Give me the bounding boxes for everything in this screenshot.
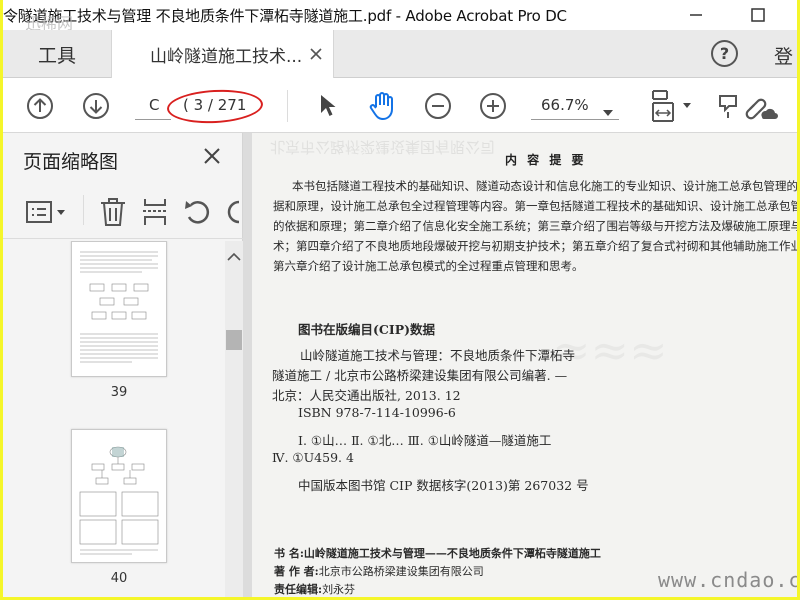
panel-toolbar bbox=[3, 185, 243, 239]
trash-icon bbox=[101, 198, 125, 226]
document-view[interactable]: 北京市公路桥梁建设集团有限公司 ≈≈≈ 内 容 提 要 本书包括隧道工程技术的基… bbox=[243, 133, 797, 597]
options-menu-button[interactable] bbox=[25, 195, 69, 229]
extract-page-button[interactable] bbox=[141, 195, 169, 229]
book-title-row: 书 名:山岭隧道施工技术与管理——不良地质条件下潭柘寺隧道施工 bbox=[274, 545, 601, 561]
login-button[interactable]: 登 bbox=[774, 42, 793, 69]
cip-line: 山岭隧道施工技术与管理：不良地质条件下潭柘寺 bbox=[300, 348, 576, 363]
arrow-down-circle-icon bbox=[83, 92, 109, 119]
zoom-out-button[interactable] bbox=[421, 78, 455, 133]
maximize-icon bbox=[751, 8, 765, 22]
window-title: 令隧道施工技术与管理 不良地质条件下潭柘寺隧道施工.pdf - Adobe Ac… bbox=[3, 6, 567, 25]
link-cloud-icon bbox=[745, 98, 778, 119]
summary-line: 第六章介绍了设计施工总承包模式的全过程重点管理和思考。 bbox=[273, 259, 584, 273]
close-panel-icon[interactable] bbox=[203, 147, 221, 169]
thumbnail-list: 39 40 bbox=[3, 241, 225, 597]
panel-divider bbox=[83, 195, 84, 225]
minimize-icon bbox=[690, 14, 702, 16]
thumbnail-label: 39 bbox=[110, 385, 128, 400]
minimize-button[interactable] bbox=[676, 0, 716, 30]
summary-line: 本书包括隧道工程技术的基础知识、隧道动态设计和信息化施工的专业知识、设计施工总承… bbox=[292, 179, 797, 193]
summary-line: 术；第四章介绍了不良地质地段爆破开挖与初期支护技术；第五章介绍了复合式衬砌和其他… bbox=[273, 239, 797, 253]
tab-document[interactable]: 山岭隧道施工技术... bbox=[111, 30, 334, 78]
summary-line: 的依据和原理；第二章介绍了信息化安全施工系统；第三章介绍了围岩等级与开挖方法及爆… bbox=[273, 219, 797, 233]
author-label: 著 作 者: bbox=[274, 565, 319, 578]
scrollbar-thumb[interactable] bbox=[226, 330, 242, 350]
zoom-level-value: 66.7% bbox=[541, 95, 589, 114]
cip-line: 隧道施工 / 北京市公路桥梁建设集团有限公司编著. — bbox=[272, 368, 568, 383]
comment-icon bbox=[719, 94, 737, 118]
zoom-out-icon bbox=[425, 92, 451, 119]
cip-line: ISBN 978-7-114-10996-6 bbox=[298, 405, 456, 420]
thumbnail-label: 40 bbox=[110, 571, 128, 586]
tab-document-label: 山岭隧道施工技术... bbox=[150, 46, 303, 67]
more-tools-icon[interactable] bbox=[225, 195, 243, 229]
cursor-arrow-icon bbox=[321, 94, 336, 116]
cip-line: 北京：人民交通出版社, 2013. 12 bbox=[272, 388, 461, 403]
editor-row: 责任编辑:刘永芬 bbox=[274, 581, 355, 597]
cip-line: Ⅳ. ①U459. 4 bbox=[272, 450, 354, 465]
scroll-up-icon[interactable] bbox=[227, 247, 241, 266]
hand-icon bbox=[369, 91, 393, 120]
cip-line: 中国版本图书馆 CIP 数据核字(2013)第 267032 号 bbox=[298, 478, 589, 493]
editor-label: 责任编辑: bbox=[274, 583, 323, 596]
panel-title: 页面缩略图 bbox=[23, 151, 119, 173]
book-title-value: 山岭隧道施工技术与管理——不良地质条件下潭柘寺隧道施工 bbox=[303, 547, 601, 560]
hand-tool-button[interactable] bbox=[363, 78, 403, 133]
title-bar: 令隧道施工技术与管理 不良地质条件下潭柘寺隧道施工.pdf - Adobe Ac… bbox=[3, 0, 797, 30]
thumbnail-content bbox=[79, 446, 159, 555]
fit-page-icon bbox=[652, 89, 691, 122]
acrobat-window: 令隧道施工技术与管理 不良地质条件下潭柘寺隧道施工.pdf - Adobe Ac… bbox=[3, 0, 797, 597]
rotate-icon bbox=[185, 201, 210, 224]
author-row: 著 作 者:北京市公路桥梁建设集团有限公司 bbox=[274, 563, 484, 579]
book-title-label: 书 名: bbox=[274, 547, 304, 560]
tab-row: 工具 山岭隧道施工技术... ? 登 bbox=[3, 30, 797, 78]
annotation-oval bbox=[166, 87, 264, 126]
thumbnail-page-40[interactable] bbox=[71, 429, 167, 563]
cip-line: Ⅰ. ①山… Ⅱ. ①北… Ⅲ. ①山岭隧道—隧道施工 bbox=[298, 433, 552, 448]
comment-tool-button[interactable] bbox=[715, 78, 743, 133]
author-value: 北京市公路桥梁建设集团有限公司 bbox=[318, 565, 484, 578]
zoom-in-button[interactable] bbox=[476, 78, 510, 133]
select-tool-button[interactable] bbox=[311, 78, 345, 133]
zoom-level-select[interactable]: 66.7% bbox=[531, 90, 619, 120]
toolbar: C ( 3 / 271 66.7% bbox=[3, 78, 797, 133]
thumbnail-scrollbar[interactable] bbox=[225, 241, 243, 597]
zoom-in-icon bbox=[480, 92, 506, 119]
pdf-page: 北京市公路桥梁建设集团有限公司 ≈≈≈ 内 容 提 要 本书包括隧道工程技术的基… bbox=[252, 133, 797, 597]
help-icon[interactable]: ? bbox=[711, 40, 738, 67]
thumbnails-panel: 页面缩略图 39 40 bbox=[3, 133, 243, 597]
close-tab-icon[interactable] bbox=[309, 46, 323, 66]
toolbar-divider bbox=[287, 90, 288, 122]
tab-tools[interactable]: 工具 bbox=[3, 30, 111, 78]
bleed-through-text: 北京市公路桥梁建设集团有限公司 bbox=[270, 138, 496, 156]
chevron-down-icon bbox=[603, 102, 613, 120]
share-link-button[interactable] bbox=[743, 78, 779, 133]
list-options-icon bbox=[26, 201, 65, 223]
next-page-button[interactable] bbox=[79, 78, 113, 133]
rotate-page-button[interactable] bbox=[183, 195, 213, 229]
thumbnail-page-39[interactable] bbox=[71, 241, 167, 377]
summary-line: 据和原理，设计施工总承包全过程管理等内容。第一章包括隧道工程技术的基础知识、设计… bbox=[273, 199, 797, 213]
arrow-up-circle-icon bbox=[27, 92, 53, 119]
thumbnail-content bbox=[80, 251, 158, 363]
maximize-button[interactable] bbox=[738, 0, 778, 30]
page-display-button[interactable] bbox=[646, 78, 696, 133]
cip-heading: 图书在版编目(CIP)数据 bbox=[298, 322, 436, 337]
summary-heading: 内 容 提 要 bbox=[505, 153, 587, 167]
extract-page-icon bbox=[143, 199, 167, 225]
page-number-input[interactable]: C bbox=[135, 90, 171, 120]
editor-value: 刘永芬 bbox=[322, 583, 356, 596]
site-watermark: www.cndao.com bbox=[658, 568, 797, 592]
delete-page-button[interactable] bbox=[99, 195, 127, 229]
previous-page-button[interactable] bbox=[23, 78, 57, 133]
